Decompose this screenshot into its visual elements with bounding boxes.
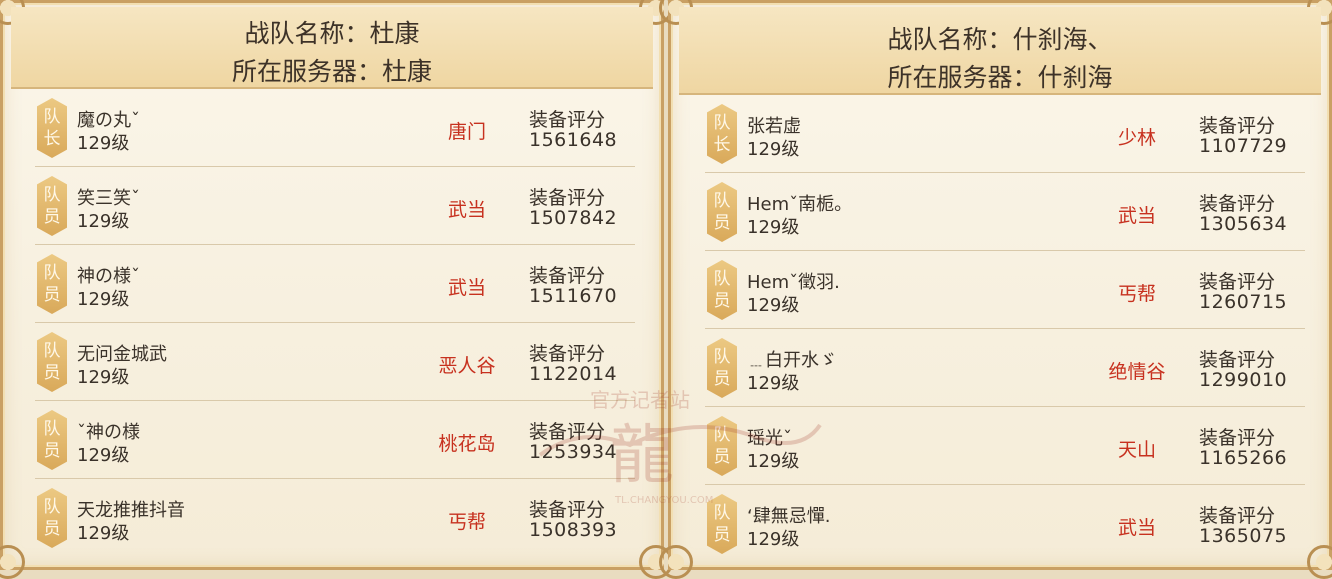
member-sect: 武当 (447, 277, 486, 299)
team-panel-right: 战队名称：什刹海、 所在服务器：什刹海 队长 张若虚 129级 少林 装备评分 … (659, 0, 1332, 579)
member-row: 队员 Hemˇ徵羽. 129级 丐帮 装备评分 1260715 (705, 251, 1305, 329)
member-list: 队长 张若虚 129级 少林 装备评分 1107729 队员 Hemˇ南栀。 1… (705, 95, 1305, 563)
server-name-label: 所在服务器：杜康 (231, 57, 432, 86)
equipment-score: 1253934 (529, 441, 618, 463)
score-label: 装备评分 (529, 421, 606, 443)
member-sect: 恶人谷 (438, 355, 496, 377)
score-label: 装备评分 (529, 343, 606, 365)
score-label: 装备评分 (529, 499, 606, 521)
role-badge: 队员 (37, 488, 67, 548)
score-label: 装备评分 (529, 109, 606, 131)
member-row: 队长 魔の丸ˇ 129级 唐门 装备评分 1561648 (35, 89, 635, 167)
role-badge: 队员 (37, 176, 67, 236)
role-badge: 队员 (707, 416, 737, 476)
member-level: 129级 (747, 217, 800, 238)
member-sect: 绝情谷 (1108, 361, 1166, 383)
member-row: 队员 无问金城武 129级 恶人谷 装备评分 1122014 (35, 323, 635, 401)
member-level: 129级 (77, 445, 130, 466)
team-panel-left: 战队名称：杜康 所在服务器：杜康 队长 魔の丸ˇ 129级 唐门 装备评分 15… (0, 0, 673, 579)
team-header: 战队名称：杜康 所在服务器：杜康 (11, 7, 653, 89)
equipment-score: 1165266 (1199, 447, 1288, 469)
member-level: 129级 (747, 295, 800, 316)
score-label: 装备评分 (1199, 505, 1276, 527)
team-header: 战队名称：什刹海、 所在服务器：什刹海 (679, 7, 1321, 95)
role-badge: 队长 (37, 98, 67, 158)
role-badge: 队长 (707, 104, 737, 164)
role-badge: 队员 (707, 494, 737, 554)
member-sect: 唐门 (447, 121, 486, 143)
equipment-score: 1299010 (1199, 369, 1288, 391)
member-level: 129级 (77, 367, 130, 388)
member-level: 129级 (747, 451, 800, 472)
equipment-score: 1365075 (1199, 525, 1288, 547)
member-level: 129级 (77, 523, 130, 544)
role-badge: 队员 (37, 254, 67, 314)
role-badge: 队员 (37, 332, 67, 392)
score-label: 装备评分 (1199, 193, 1276, 215)
member-level: 129级 (747, 373, 800, 394)
member-row: 队员 Hemˇ南栀。 129级 武当 装备评分 1305634 (705, 173, 1305, 251)
team-name-label: 战队名称：杜康 (244, 19, 420, 48)
equipment-score: 1122014 (529, 363, 618, 385)
member-row: 队员 瑶光ˇ 129级 天山 装备评分 1165266 (705, 407, 1305, 485)
member-row: 队员 ﹍白开水ゞ 129级 绝情谷 装备评分 1299010 (705, 329, 1305, 407)
member-sect: 少林 (1117, 127, 1156, 149)
equipment-score: 1107729 (1199, 135, 1288, 157)
equipment-score: 1561648 (529, 129, 618, 151)
equipment-score: 1507842 (529, 207, 618, 229)
member-sect: 天山 (1117, 439, 1156, 461)
member-row: 队员 笑三笑ˇ 129级 武当 装备评分 1507842 (35, 167, 635, 245)
member-sect: 丐帮 (1117, 283, 1156, 305)
server-name-label: 所在服务器：什刹海 (887, 63, 1113, 92)
member-row: 队员 ˇ神の様 129级 桃花岛 装备评分 1253934 (35, 401, 635, 479)
member-row: 队员 ʻ肆無忌憚. 129级 武当 装备评分 1365075 (705, 485, 1305, 563)
member-level: 129级 (77, 211, 130, 232)
member-sect: 桃花岛 (438, 433, 496, 455)
member-sect: 武当 (447, 199, 486, 221)
score-label: 装备评分 (1199, 115, 1276, 137)
member-list: 队长 魔の丸ˇ 129级 唐门 装备评分 1561648 队员 笑三笑ˇ 129… (35, 89, 635, 557)
member-row: 队长 张若虚 129级 少林 装备评分 1107729 (705, 95, 1305, 173)
equipment-score: 1305634 (1199, 213, 1288, 235)
member-level: 129级 (747, 139, 800, 160)
role-badge: 队员 (37, 410, 67, 470)
equipment-score: 1260715 (1199, 291, 1288, 313)
score-label: 装备评分 (1199, 271, 1276, 293)
corner-ornament-icon (1307, 545, 1332, 579)
member-level: 129级 (77, 133, 130, 154)
role-badge: 队员 (707, 182, 737, 242)
corner-ornament-icon (659, 545, 693, 579)
corner-ornament-icon (0, 545, 25, 579)
member-sect: 丐帮 (447, 511, 486, 533)
member-level: 129级 (77, 289, 130, 310)
team-name-label: 战队名称：什刹海、 (887, 25, 1113, 54)
member-row: 队员 天龙推推抖音 129级 丐帮 装备评分 1508393 (35, 479, 635, 557)
score-label: 装备评分 (529, 187, 606, 209)
role-badge: 队员 (707, 338, 737, 398)
member-row: 队员 神の様ˇ 129级 武当 装备评分 1511670 (35, 245, 635, 323)
member-sect: 武当 (1117, 205, 1156, 227)
score-label: 装备评分 (1199, 349, 1276, 371)
score-label: 装备评分 (529, 265, 606, 287)
score-label: 装备评分 (1199, 427, 1276, 449)
role-badge: 队员 (707, 260, 737, 320)
equipment-score: 1511670 (529, 285, 618, 307)
member-level: 129级 (747, 529, 800, 550)
equipment-score: 1508393 (529, 519, 618, 541)
member-sect: 武当 (1117, 517, 1156, 539)
